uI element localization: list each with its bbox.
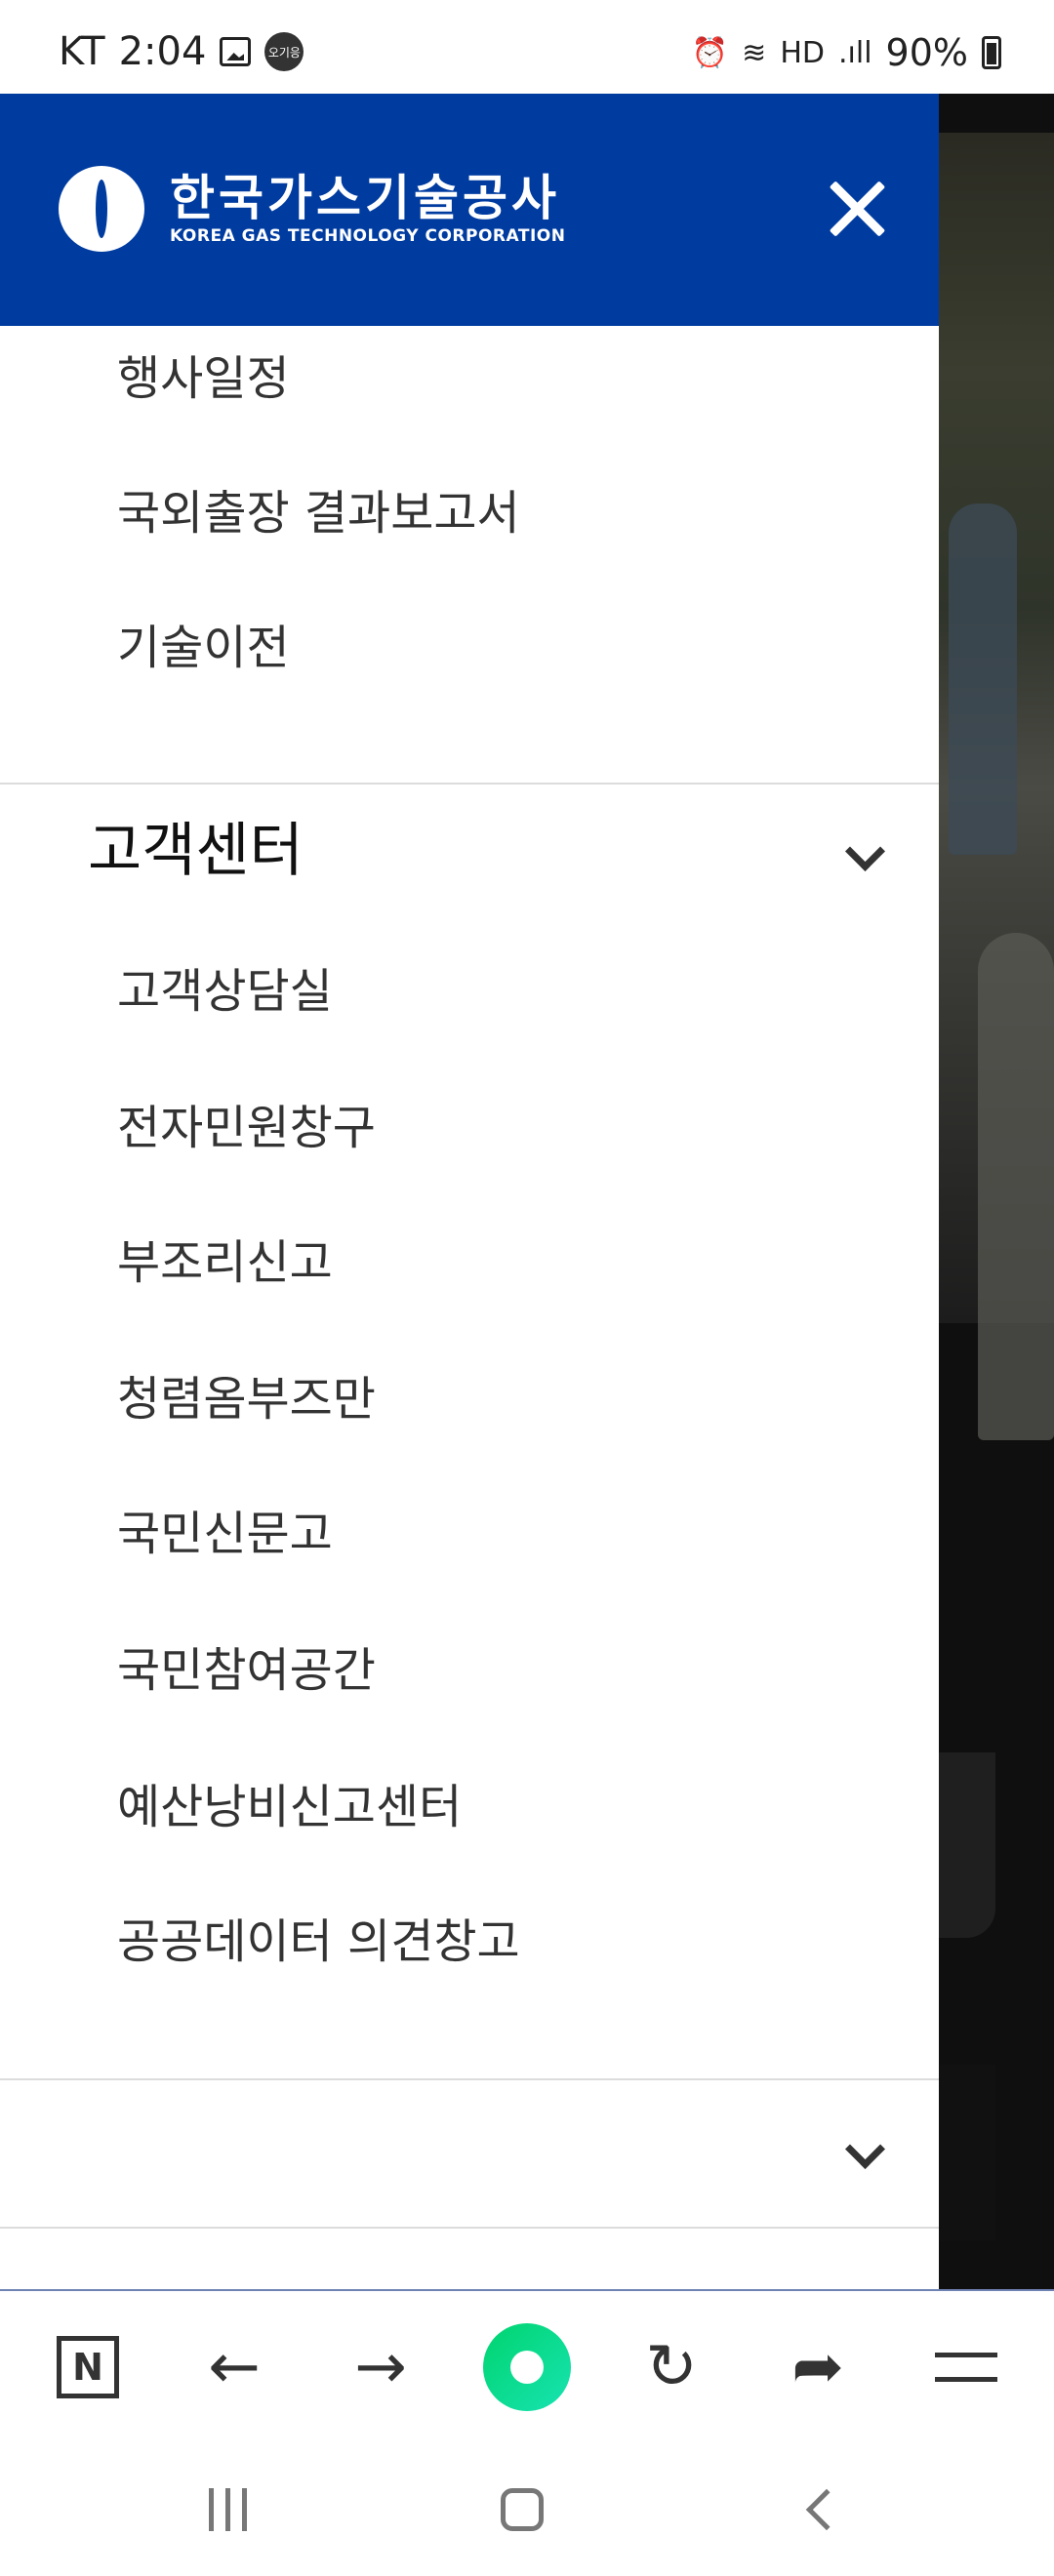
refresh-icon[interactable]: ↻	[632, 2328, 710, 2406]
close-icon[interactable]	[826, 178, 888, 240]
divider	[0, 2227, 939, 2229]
navigation-drawer: 한국가스기술공사 KOREA GAS TECHNOLOGY CORPORATIO…	[0, 94, 939, 2289]
hd-icon: HD	[780, 35, 825, 70]
status-left: KT 2:04 오기응	[59, 29, 304, 74]
backdrop-figure	[978, 933, 1054, 1440]
recent-apps-icon[interactable]	[193, 2480, 262, 2539]
battery-icon	[982, 36, 1001, 69]
company-logo[interactable]: 한국가스기술공사 KOREA GAS TECHNOLOGY CORPORATIO…	[59, 166, 565, 252]
backdrop-figure	[949, 503, 1017, 855]
menu-item-customer-consult[interactable]: 고객상담실	[117, 962, 333, 1021]
flame-logo-icon	[59, 166, 144, 252]
home-icon[interactable]	[488, 2480, 556, 2539]
gallery-icon	[220, 37, 252, 66]
browser-toolbar: N ← → ↻ ➦	[0, 2289, 1054, 2441]
logo-text: 한국가스기술공사 KOREA GAS TECHNOLOGY CORPORATIO…	[170, 171, 565, 247]
signal-icon: .ıll	[837, 35, 872, 70]
menu-item-budget-waste[interactable]: 예산낭비신고센터	[117, 1778, 462, 1836]
chevron-down-icon[interactable]	[843, 837, 882, 876]
carrier-label: KT	[59, 29, 105, 74]
logo-name-en: KOREA GAS TECHNOLOGY CORPORATION	[170, 226, 566, 246]
divider	[0, 2078, 939, 2080]
backdrop-banner	[939, 2065, 995, 2240]
forward-arrow-icon[interactable]: →	[342, 2328, 420, 2406]
drawer-header: 한국가스기술공사 KOREA GAS TECHNOLOGY CORPORATIO…	[0, 94, 939, 326]
menu-item-epeople[interactable]: 국민신문고	[117, 1505, 333, 1563]
alarm-icon: ⏰	[691, 35, 729, 70]
wifi-icon: ≋	[742, 35, 767, 70]
naver-n-icon[interactable]: N	[49, 2328, 127, 2406]
menu-item-overseas-report[interactable]: 국외출장 결과보고서	[117, 484, 520, 543]
menu-item-tech-transfer[interactable]: 기술이전	[117, 619, 290, 677]
battery-percent: 90%	[885, 31, 968, 74]
back-icon[interactable]	[787, 2480, 855, 2539]
menu-item-participation[interactable]: 국민참여공간	[117, 1641, 376, 1700]
green-dot-icon[interactable]	[482, 2322, 572, 2412]
menu-item-corruption-report[interactable]: 부조리신고	[117, 1233, 333, 1292]
backdrop-card	[939, 1752, 995, 1938]
logo-name-ko: 한국가스기술공사	[170, 170, 560, 226]
back-arrow-icon[interactable]: ←	[195, 2328, 273, 2406]
menu-item-public-data[interactable]: 공공데이터 의견창고	[117, 1912, 520, 1971]
divider	[0, 783, 939, 785]
status-bar: KT 2:04 오기응 ⏰ ≋ HD .ıll 90%	[0, 0, 1054, 94]
section-customer-center[interactable]: 고객센터	[88, 816, 304, 886]
menu-item-events[interactable]: 행사일정	[117, 349, 290, 408]
clock: 2:04	[118, 29, 207, 74]
chevron-down-icon[interactable]	[843, 2135, 882, 2174]
menu-item-integrity-ombudsman[interactable]: 청렴옴부즈만	[117, 1370, 376, 1429]
menu-icon[interactable]	[927, 2328, 1005, 2406]
notification-badge: 오기응	[264, 32, 304, 71]
status-right: ⏰ ≋ HD .ıll 90%	[692, 31, 1001, 74]
system-nav-bar	[0, 2441, 1054, 2576]
share-icon[interactable]: ➦	[779, 2328, 857, 2406]
menu-item-e-complaint[interactable]: 전자민원창구	[117, 1099, 376, 1157]
page-backdrop[interactable]	[939, 94, 1054, 2289]
